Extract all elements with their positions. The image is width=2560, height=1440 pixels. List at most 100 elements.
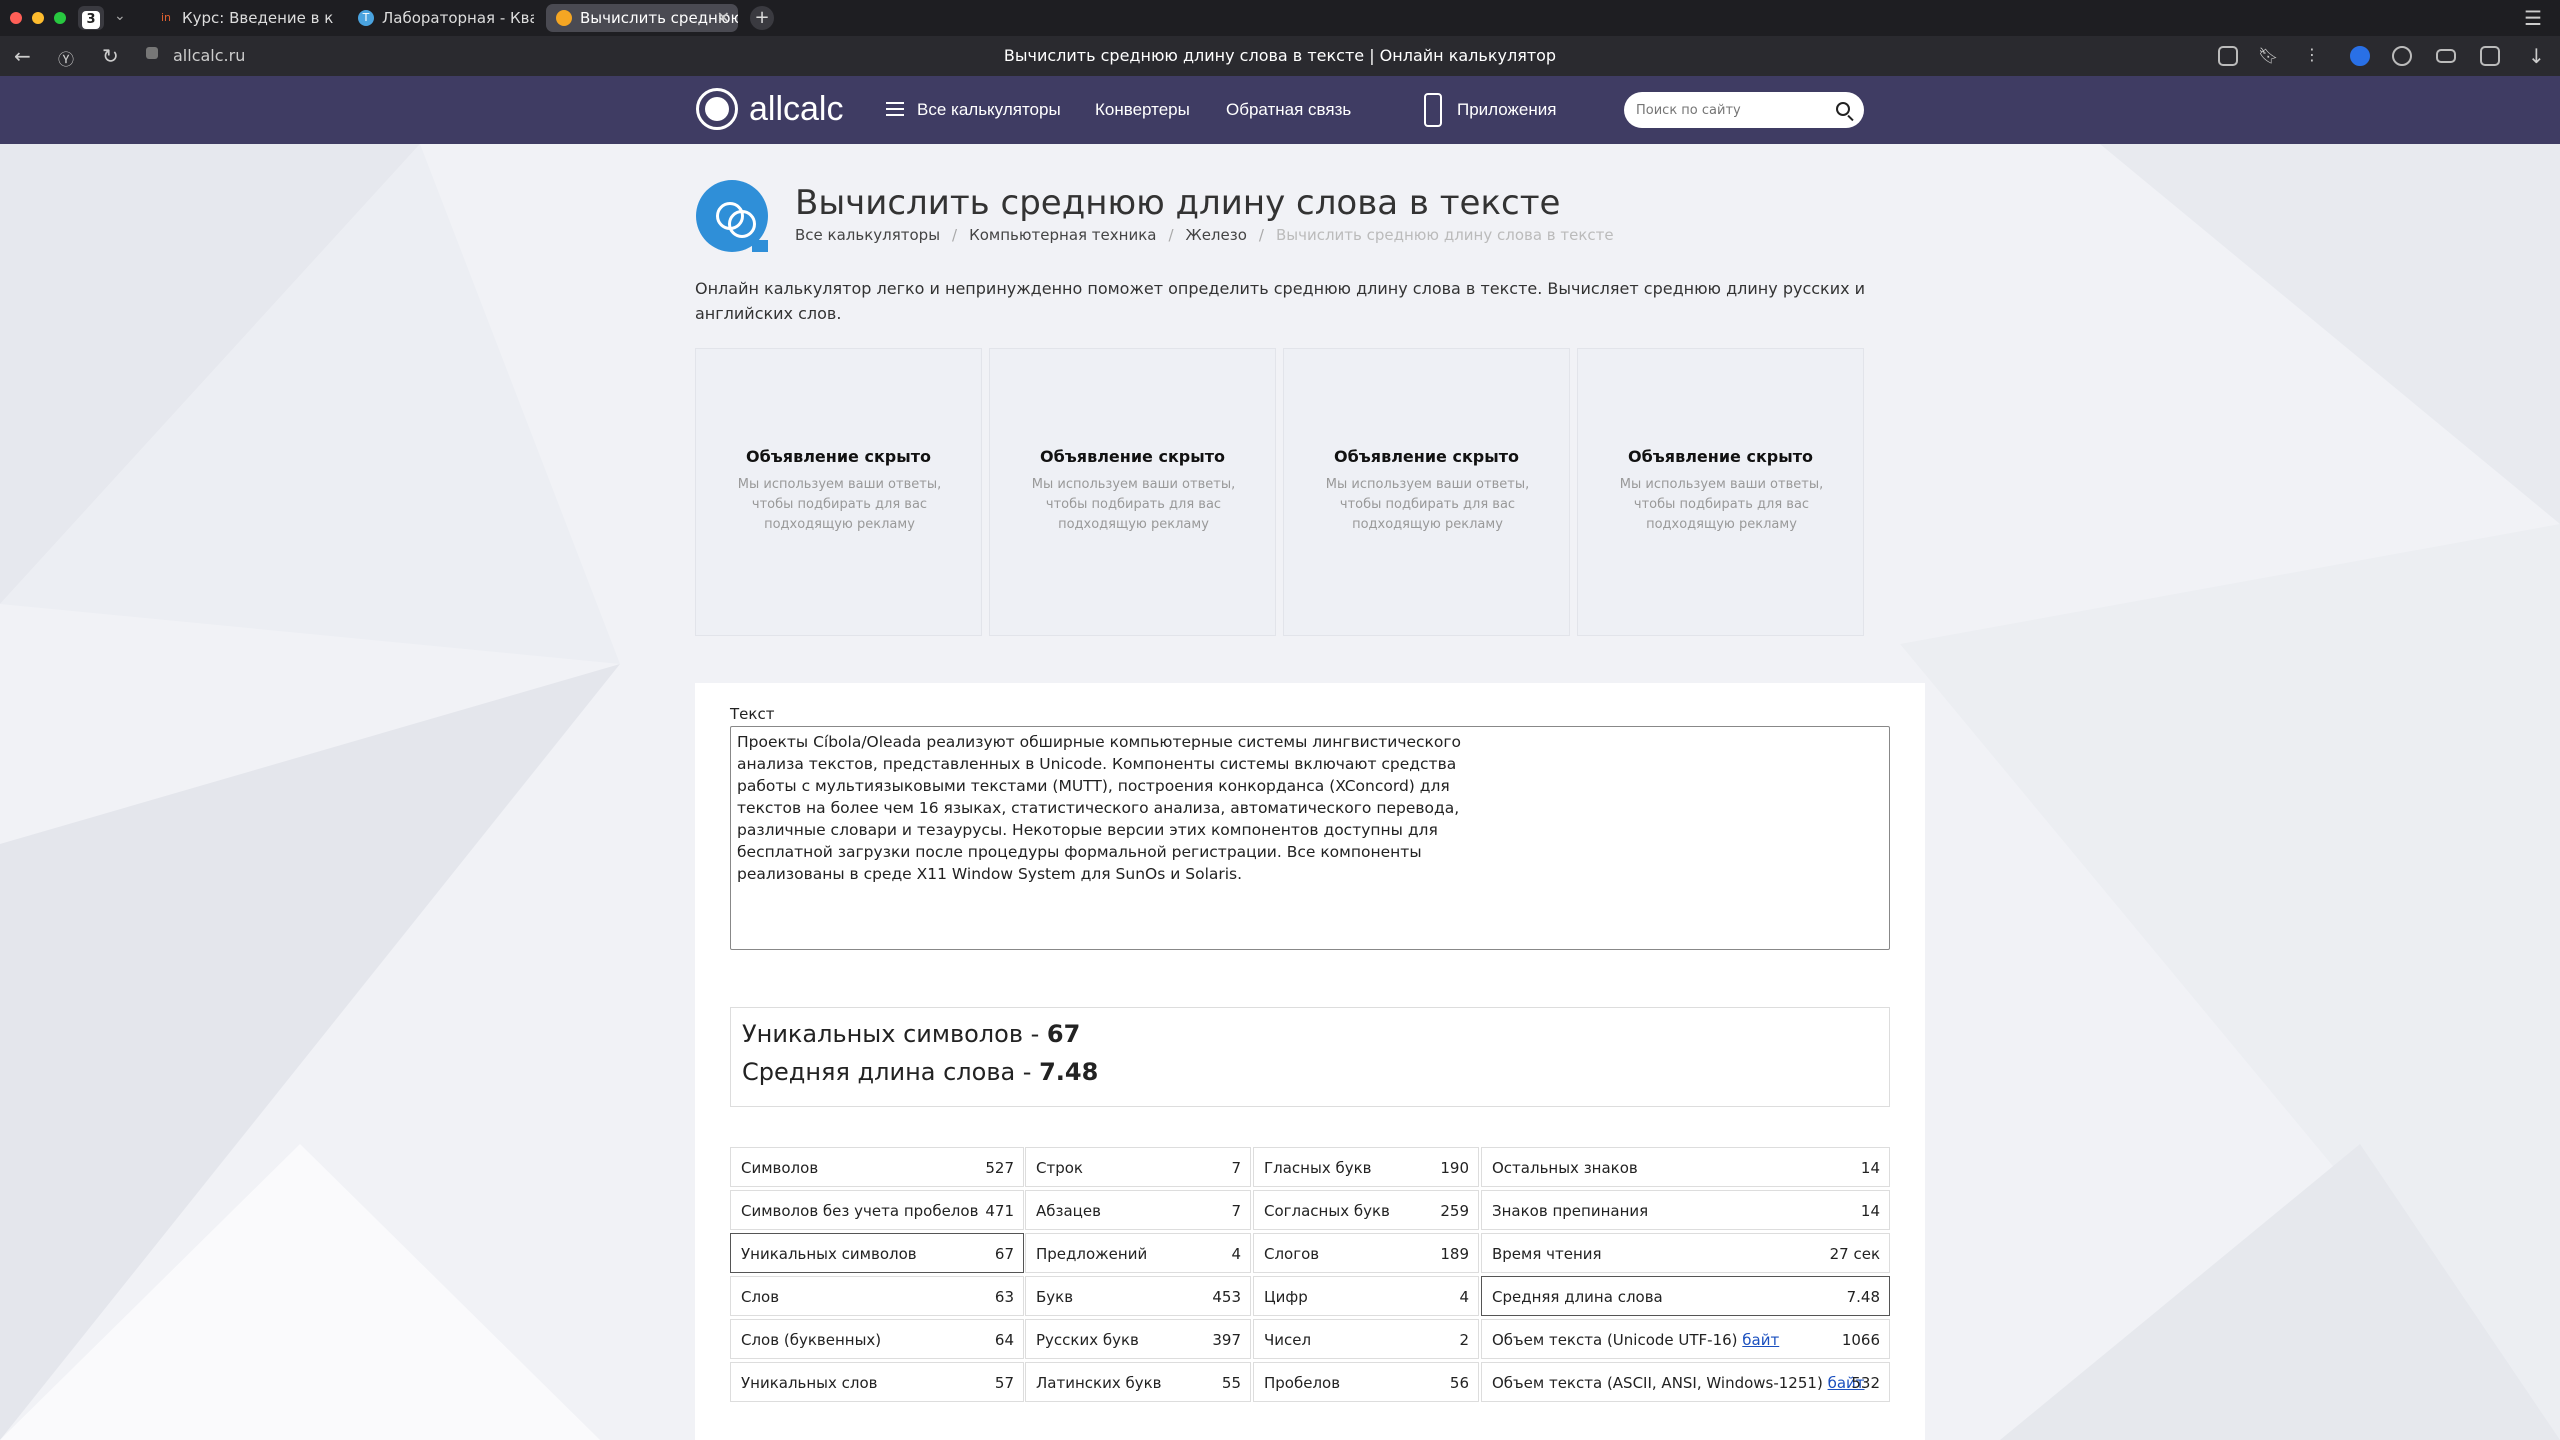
bookmark-icon[interactable]: 🔖︎ — [2258, 46, 2278, 65]
intro-text: Онлайн калькулятор легко и непринужденно… — [695, 279, 1866, 323]
stat-value: 14 — [1860, 1159, 1880, 1177]
stat-value: 4 — [1231, 1245, 1241, 1263]
logo-text[interactable]: allcalc — [749, 90, 843, 129]
stat-value: 2 — [1459, 1331, 1469, 1349]
stat-label: Латинских букв — [1036, 1374, 1162, 1392]
logo-icon[interactable] — [696, 88, 738, 130]
breadcrumb: Все калькуляторы / Компьютерная техника / Же… — [795, 226, 1614, 244]
stat-label: Знаков препинания — [1492, 1202, 1649, 1220]
stat-cell-highlighted: Средняя длина слова 7.48 — [1481, 1276, 1890, 1316]
stat-value: 56 — [1449, 1374, 1469, 1392]
stat-label-text: Объем текста (Unicode UTF-16) — [1492, 1331, 1743, 1349]
stat-cell: Время чтения 27 сек — [1481, 1233, 1890, 1273]
stat-cell: Объем текста (ASCII, ANSI, Windows-1251)… — [1481, 1362, 1890, 1402]
stat-value: 1066 — [1841, 1331, 1880, 1349]
stat-label: Объем текста (ASCII, ANSI, Windows-1251)… — [1492, 1374, 1865, 1392]
stat-label: Гласных букв — [1264, 1159, 1372, 1177]
more-icon[interactable]: ⋮ — [2304, 45, 2320, 64]
stat-value: 4 — [1459, 1288, 1469, 1306]
tab-count: 3 — [82, 11, 100, 29]
browser-tab-1[interactable]: in Курс: Введение в компьютерную лингвис… — [148, 4, 334, 32]
ad-title: Объявление скрыто — [1628, 447, 1813, 466]
stat-label-text: Объем текста (ASCII, ANSI, Windows-1251) — [1492, 1374, 1828, 1392]
ad-title: Объявление скрыто — [1334, 447, 1519, 466]
chevron-down-icon[interactable]: ⌄ — [114, 8, 126, 24]
page-title-display: Вычислить среднюю длину слова в тексте |… — [1003, 46, 1557, 65]
stat-label: Русских букв — [1036, 1331, 1139, 1349]
stat-cell: Цифр 4 — [1253, 1276, 1479, 1316]
address-bar: ← Ⓨ ↻ allcalc.ru Вычислить среднюю длину… — [0, 36, 2560, 76]
stat-value: 67 — [994, 1245, 1014, 1263]
search-icon[interactable] — [1836, 102, 1850, 116]
stat-value: 471 — [985, 1202, 1014, 1220]
nav-feedback[interactable]: Обратная связь — [1226, 100, 1351, 120]
stat-cell: Строк 7 — [1025, 1147, 1251, 1187]
stat-cell: Остальных знаков 14 — [1481, 1147, 1890, 1187]
stat-cell: Латинских букв 55 — [1025, 1362, 1251, 1402]
hamburger-icon[interactable] — [886, 102, 904, 116]
maximize-window-button[interactable] — [54, 12, 66, 24]
stat-cell: Пробелов 56 — [1253, 1362, 1479, 1402]
bytes-link[interactable]: байт — [1742, 1331, 1779, 1349]
nav-apps[interactable]: Приложения — [1457, 100, 1556, 120]
close-window-button[interactable] — [10, 12, 22, 24]
ad-text: Мы используем ваши ответы, чтобы подбира… — [1031, 477, 1236, 532]
stat-label: Букв — [1036, 1288, 1074, 1306]
stat-label: Символов — [741, 1159, 819, 1177]
ad-text: Мы используем ваши ответы, чтобы подбира… — [1325, 477, 1530, 532]
stat-label: Объем текста (Unicode UTF-16) байт — [1492, 1331, 1779, 1349]
stat-cell: Букв 453 — [1025, 1276, 1251, 1316]
avg-word-length-result: Средняя длина слова - 7.48 — [742, 1058, 1098, 1086]
translate-icon[interactable] — [2218, 46, 2238, 66]
stat-cell: Слогов 189 — [1253, 1233, 1479, 1273]
stat-label: Согласных букв — [1264, 1202, 1390, 1220]
stat-label: Слов (буквенных) — [741, 1331, 882, 1349]
stat-label: Остальных знаков — [1492, 1159, 1638, 1177]
lightbulb-icon[interactable] — [2392, 46, 2412, 66]
site-favicon-icon: T — [358, 10, 374, 26]
minimize-window-button[interactable] — [32, 12, 44, 24]
tab-label: Лабораторная - Квантитативные — [382, 9, 534, 27]
stat-value: 27 сек — [1829, 1245, 1880, 1263]
breadcrumb-link-hardware[interactable]: Железо — [1186, 226, 1247, 244]
tab-label: Вычислить среднюю длину — [580, 9, 738, 27]
stat-value: 63 — [994, 1288, 1014, 1306]
collections-icon[interactable] — [2480, 46, 2500, 66]
stat-cell: Знаков препинания 14 — [1481, 1190, 1890, 1230]
stepik-favicon-icon: in — [160, 11, 172, 24]
menu-icon[interactable]: ☰ — [2524, 6, 2542, 30]
browser-tab-3[interactable]: Вычислить среднюю длину ✕ — [546, 4, 738, 32]
stat-label: Слогов — [1264, 1245, 1320, 1263]
text-label: Текст — [730, 705, 775, 723]
tab-count-button[interactable]: 3 — [78, 6, 104, 30]
text-input[interactable]: Проекты Cíbola/Oleada реализуют обширные… — [730, 726, 1890, 950]
ad-slot: Объявление скрыто Мы используем ваши отв… — [695, 348, 982, 636]
stat-value: 453 — [1212, 1288, 1241, 1306]
close-tab-icon[interactable]: ✕ — [717, 4, 730, 32]
stat-cell: Предложений 4 — [1025, 1233, 1251, 1273]
nav-converters[interactable]: Конвертеры — [1095, 100, 1190, 120]
extension-icon[interactable] — [2350, 46, 2370, 66]
stat-cell: Слов 63 — [730, 1276, 1024, 1316]
stat-value: 57 — [994, 1374, 1014, 1392]
breadcrumb-link-computer[interactable]: Компьютерная техника — [969, 226, 1156, 244]
battery-icon[interactable] — [2436, 49, 2456, 63]
stat-cell: Слов (буквенных) 64 — [730, 1319, 1024, 1359]
stat-value: 527 — [985, 1159, 1014, 1177]
breadcrumb-link-all[interactable]: Все калькуляторы — [795, 226, 940, 244]
download-icon[interactable]: ↓ — [2528, 44, 2545, 68]
stat-label: Слов — [741, 1288, 780, 1306]
new-tab-button[interactable]: + — [750, 6, 774, 30]
nav-all-calculators[interactable]: Все калькуляторы — [917, 100, 1061, 120]
result-summary: Уникальных символов - 67 Средняя длина с… — [730, 1007, 1890, 1107]
search-input[interactable] — [1636, 100, 1826, 120]
stat-label: Символов без учета пробелов — [741, 1202, 979, 1220]
breadcrumb-separator: / — [1258, 226, 1264, 244]
stat-cell-highlighted: Уникальных символов 67 — [730, 1233, 1024, 1273]
stat-label: Абзацев — [1036, 1202, 1101, 1220]
result-label: Уникальных символов - — [742, 1020, 1047, 1048]
stat-value: 64 — [994, 1331, 1014, 1349]
browser-tab-2[interactable]: T Лабораторная - Квантитативные — [348, 4, 534, 32]
phone-icon[interactable] — [1424, 93, 1442, 127]
stat-cell: Абзацев 7 — [1025, 1190, 1251, 1230]
